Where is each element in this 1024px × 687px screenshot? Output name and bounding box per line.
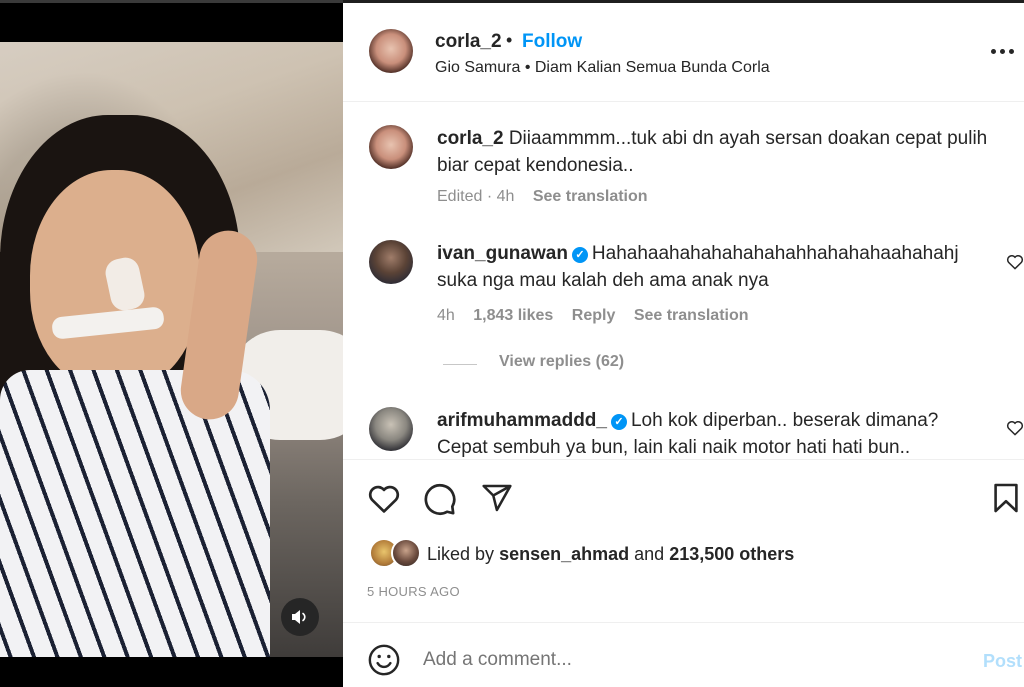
add-comment-bar: Post (343, 622, 1024, 687)
author-avatar[interactable] (369, 29, 413, 73)
author-username[interactable]: corla_2 (435, 31, 502, 53)
view-replies-label[interactable]: View replies (62) (499, 353, 624, 371)
comment-meta: Edited · 4h See translation (437, 188, 648, 206)
audio-attribution[interactable]: Gio Samura • Diam Kalian Semua Bunda Cor… (435, 59, 770, 77)
comment-meta: 4h 1,843 likes Reply See translation (437, 307, 749, 325)
follow-button[interactable]: Follow (522, 31, 582, 53)
comment-username[interactable]: arifmuhammaddd_ (437, 410, 607, 431)
video-person-shirt (0, 370, 270, 660)
verified-icon: ✓ (610, 414, 627, 430)
comment-avatar[interactable] (369, 407, 413, 451)
comment-body: Diiaammmm...tuk abi dn ayah sersan doaka… (437, 128, 988, 176)
media-top-bar (0, 0, 343, 42)
post-actions: Liked by sensen_ahmad and 213,500 others… (343, 459, 1024, 619)
sound-icon (292, 610, 306, 624)
likes-summary[interactable]: Liked by sensen_ahmad and 213,500 others (427, 544, 794, 565)
more-icon (991, 48, 996, 54)
sound-button[interactable] (281, 598, 319, 636)
comment-username[interactable]: corla_2 (437, 128, 504, 149)
comment-icon[interactable] (423, 482, 457, 516)
liker-avatar[interactable] (391, 538, 421, 568)
caption-text: corla_2 Diiaammmm...tuk abi dn ayah sers… (437, 125, 1007, 179)
view-replies-line (443, 364, 477, 365)
comment-text: arifmuhammaddd_ ✓ Loh kok diperban.. beser… (437, 407, 977, 459)
bookmark-icon[interactable] (993, 482, 1019, 514)
comment-username[interactable]: ivan_gunawan (437, 243, 568, 264)
like-comment-heart-icon[interactable] (1006, 253, 1024, 270)
comment-edited-time: Edited · 4h (437, 188, 515, 205)
add-comment-input[interactable] (423, 649, 963, 671)
header-separator: • (506, 30, 513, 50)
comment-likes-count[interactable]: 1,843 likes (473, 307, 553, 324)
likes-middle: and (634, 544, 665, 564)
like-comment-heart-icon[interactable] (1006, 419, 1024, 436)
share-icon[interactable] (480, 482, 514, 514)
reply-link[interactable]: Reply (572, 307, 616, 324)
like-heart-icon[interactable] (367, 482, 401, 514)
see-translation-link[interactable]: See translation (533, 188, 648, 205)
comment-time: 4h (437, 307, 455, 324)
see-translation-link[interactable]: See translation (634, 307, 749, 324)
comment-text: ivan_gunawan ✓ Hahahaahahahahahahahhahahah… (437, 240, 977, 294)
comments-list[interactable]: corla_2 Diiaammmm...tuk abi dn ayah sers… (343, 103, 1024, 459)
post-details-panel: corla_2 • Follow Gio Samura • Diam Kalia… (343, 0, 1024, 687)
likes-prefix: Liked by (427, 544, 495, 564)
more-icon (1000, 48, 1005, 54)
media-bottom-bar (0, 657, 343, 687)
post-time[interactable]: 5 HOURS AGO (367, 584, 460, 599)
verified-icon: ✓ (571, 247, 588, 263)
post-media[interactable] (0, 0, 343, 687)
comment-avatar[interactable] (369, 240, 413, 284)
likes-user[interactable]: sensen_ahmad (499, 544, 629, 564)
more-icon (1009, 48, 1014, 54)
media-top-strip (0, 0, 343, 3)
likes-count[interactable]: 213,500 others (669, 544, 794, 564)
comment-avatar[interactable] (369, 125, 413, 169)
emoji-icon[interactable] (367, 643, 401, 677)
post-header: corla_2 • Follow Gio Samura • Diam Kalia… (343, 3, 1024, 102)
post-comment-button[interactable]: Post (983, 651, 1022, 672)
more-options-button[interactable] (991, 41, 1017, 61)
